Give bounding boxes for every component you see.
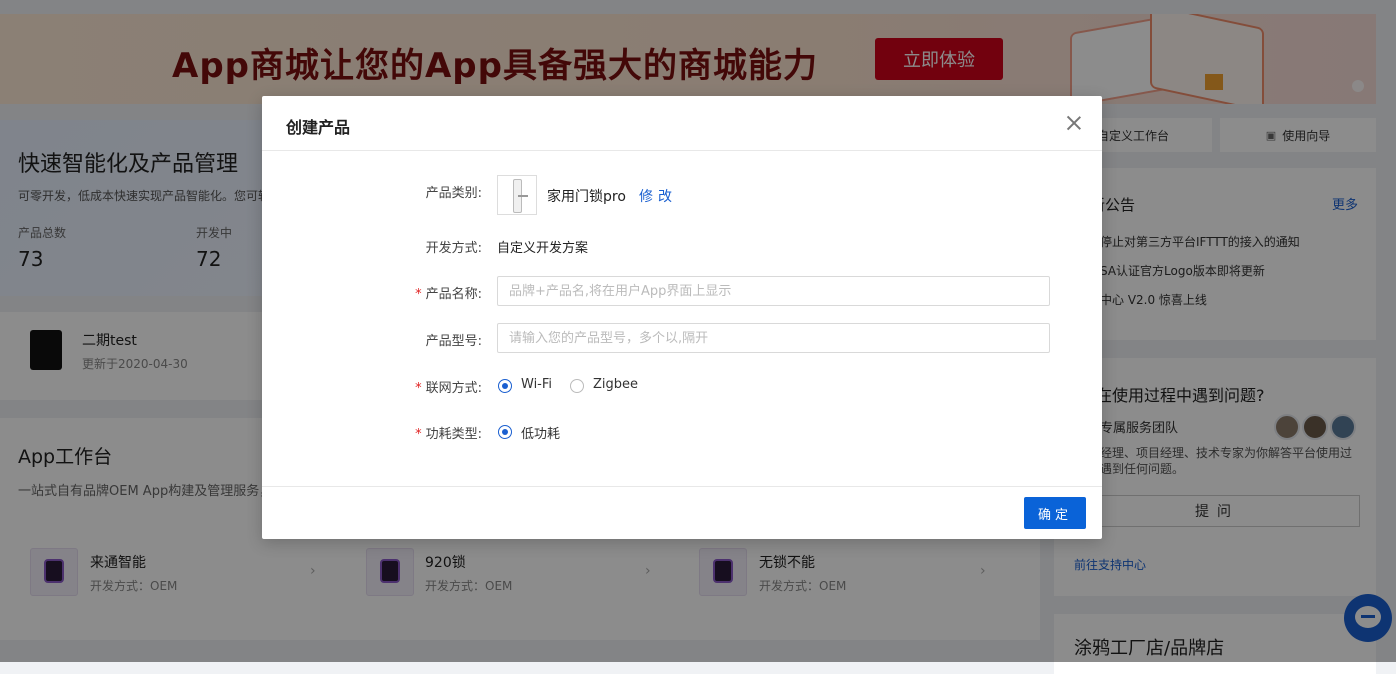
dialog-title: 创建产品: [286, 118, 351, 137]
product-name-label: * 产品名称:: [382, 283, 482, 302]
product-name-input[interactable]: [497, 276, 1050, 306]
network-label: * 联网方式:: [382, 377, 482, 396]
required-mark: *: [415, 287, 422, 302]
door-lock-handle: [518, 195, 528, 197]
dialog-header: 创建产品: [262, 96, 1102, 151]
low-power-radio[interactable]: [498, 425, 512, 439]
zigbee-radio-label[interactable]: Zigbee: [593, 377, 638, 392]
dev-mode-value: 自定义开发方案: [497, 241, 589, 256]
network-label-text: 联网方式:: [425, 381, 482, 396]
dialog-footer: [262, 486, 1102, 540]
wifi-radio-label[interactable]: Wi-Fi: [521, 377, 552, 392]
required-mark: *: [415, 427, 422, 442]
door-lock-product-image: [497, 175, 537, 215]
required-mark: *: [415, 381, 422, 396]
low-power-radio-label[interactable]: 低功耗: [521, 423, 560, 442]
modify-category-link[interactable]: 修改: [639, 186, 677, 206]
wifi-radio[interactable]: [498, 379, 512, 393]
category-label: 产品类别:: [425, 186, 482, 201]
zigbee-radio[interactable]: [570, 379, 584, 393]
power-type-label-text: 功耗类型:: [425, 427, 482, 442]
product-name-label-text: 产品名称:: [425, 287, 482, 302]
create-product-dialog: 创建产品 产品类别: 家用门锁pro 修改 开发方式: 自定义开发方案 * 产品名…: [262, 96, 1102, 539]
confirm-button[interactable]: 确定: [1024, 497, 1086, 529]
product-model-input[interactable]: [497, 323, 1050, 353]
product-model-label: 产品型号:: [425, 334, 482, 349]
close-icon[interactable]: [1064, 113, 1084, 133]
category-value: 家用门锁pro: [547, 189, 626, 205]
dev-mode-label: 开发方式:: [425, 241, 482, 256]
power-type-label: * 功耗类型:: [382, 423, 482, 442]
